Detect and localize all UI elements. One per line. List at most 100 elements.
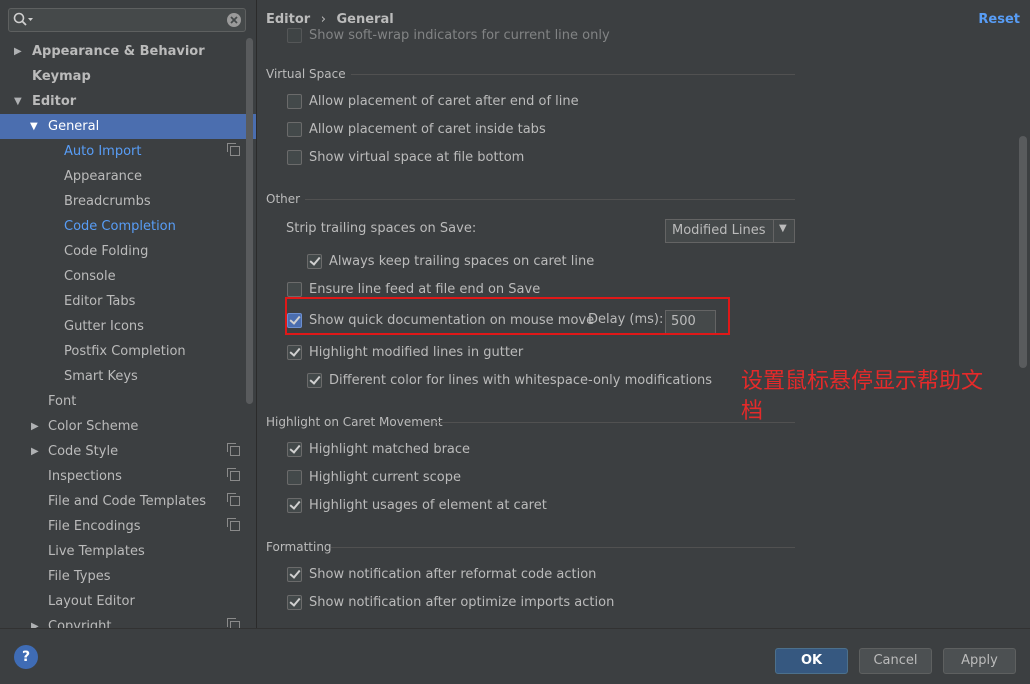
sidebar-item-appearance[interactable]: Appearance: [0, 164, 256, 189]
collapse-arrow-icon[interactable]: ▼: [30, 114, 38, 139]
checkbox[interactable]: [287, 567, 302, 582]
sidebar-item-label: Appearance: [64, 169, 143, 184]
sidebar-item-editor[interactable]: ▼ Editor: [0, 89, 256, 114]
search-input[interactable]: [8, 8, 246, 32]
sidebar-item-label: File and Code Templates: [48, 494, 206, 509]
checkbox[interactable]: [287, 94, 302, 109]
sidebar-item-label: Auto Import: [64, 144, 142, 159]
project-settings-icon: [227, 518, 240, 531]
sidebar-item-file-encodings[interactable]: File Encodings: [0, 514, 256, 539]
apply-button[interactable]: Apply: [943, 648, 1016, 674]
strip-spaces-dropdown[interactable]: Modified Lines ▼: [665, 219, 795, 243]
option-label: Highlight matched brace: [309, 442, 471, 457]
sidebar-item-smart-keys[interactable]: Smart Keys: [0, 364, 256, 389]
annotation-highlight-box: [285, 297, 730, 335]
sidebar-item-label: General: [48, 119, 100, 134]
separator: [351, 74, 795, 75]
breadcrumb-general: General: [336, 12, 394, 27]
checkbox[interactable]: [287, 345, 302, 360]
content-scrollbar[interactable]: [1019, 136, 1027, 368]
sidebar-item-font[interactable]: Font: [0, 389, 256, 414]
sidebar-item-label: Code Completion: [64, 219, 176, 234]
option-label: Allow placement of caret after end of li…: [309, 94, 579, 109]
expand-arrow-icon[interactable]: ▶: [31, 614, 39, 628]
annotation-text: 设置鼠标悬停显示帮助文档: [741, 369, 984, 424]
sidebar-item-label: Postfix Completion: [64, 344, 186, 359]
separator: [305, 199, 795, 200]
collapse-arrow-icon[interactable]: ▼: [14, 89, 22, 114]
checkbox[interactable]: [287, 442, 302, 457]
sidebar-item-color-scheme[interactable]: ▶ Color Scheme: [0, 414, 256, 439]
sidebar-item-keymap[interactable]: Keymap: [0, 64, 256, 89]
option-label: Different color for lines with whitespac…: [329, 373, 713, 388]
checkbox[interactable]: [307, 373, 322, 388]
sidebar-item-appearance-behavior[interactable]: ▶ Appearance & Behavior: [0, 39, 256, 64]
sidebar-item-label: Layout Editor: [48, 594, 135, 609]
checkbox[interactable]: [287, 498, 302, 513]
project-settings-icon: [227, 493, 240, 506]
reset-link[interactable]: Reset: [978, 12, 1020, 27]
checkbox[interactable]: [287, 28, 302, 43]
sidebar-item-label: Code Folding: [64, 244, 149, 259]
sidebar-item-label: Font: [48, 394, 77, 409]
sidebar-item-code-style[interactable]: ▶ Code Style: [0, 439, 256, 464]
section-title-formatting: Formatting: [266, 540, 332, 554]
sidebar-item-file-code-templates[interactable]: File and Code Templates: [0, 489, 256, 514]
sidebar-scrollbar[interactable]: [246, 38, 253, 404]
option-label: Show notification after optimize imports…: [309, 595, 615, 610]
sidebar-item-auto-import[interactable]: Auto Import: [0, 139, 256, 164]
option-label: Show notification after reformat code ac…: [309, 567, 597, 582]
sidebar-item-label: Console: [64, 269, 116, 284]
checkbox[interactable]: [287, 470, 302, 485]
sidebar-item-label: Editor Tabs: [64, 294, 136, 309]
sidebar-item-label: File Types: [48, 569, 111, 584]
sidebar-item-label: Smart Keys: [64, 369, 138, 384]
sidebar-item-breadcrumbs[interactable]: Breadcrumbs: [0, 189, 256, 214]
project-settings-icon: [227, 143, 240, 156]
checkbox[interactable]: [307, 254, 322, 269]
sidebar-item-label: Inspections: [48, 469, 122, 484]
sidebar-item-copyright[interactable]: ▶ Copyright: [0, 614, 256, 628]
section-title-caret-movement: Highlight on Caret Movement: [266, 415, 443, 429]
sidebar-item-editor-tabs[interactable]: Editor Tabs: [0, 289, 256, 314]
separator: [433, 422, 795, 423]
option-label: Show soft-wrap indicators for current li…: [309, 28, 610, 43]
checkbox[interactable]: [287, 282, 302, 297]
sidebar-item-label: Code Style: [48, 444, 119, 459]
option-label: Allow placement of caret inside tabs: [309, 122, 546, 137]
option-label: Highlight modified lines in gutter: [309, 345, 524, 360]
option-label: Show virtual space at file bottom: [309, 150, 525, 165]
sidebar-item-label: Gutter Icons: [64, 319, 144, 334]
checkbox[interactable]: [287, 122, 302, 137]
clear-search-icon[interactable]: [226, 12, 242, 28]
sidebar-item-layout-editor[interactable]: Layout Editor: [0, 589, 256, 614]
sidebar-item-general[interactable]: ▼ General: [0, 114, 256, 139]
dropdown-separator: [773, 220, 774, 242]
sidebar-item-file-types[interactable]: File Types: [0, 564, 256, 589]
breadcrumb: Editor › General: [266, 12, 394, 27]
sidebar-item-console[interactable]: Console: [0, 264, 256, 289]
sidebar-item-label: Color Scheme: [48, 419, 139, 434]
checkbox[interactable]: [287, 150, 302, 165]
dropdown-value: Modified Lines: [672, 223, 766, 238]
sidebar-item-label: Keymap: [32, 69, 91, 84]
sidebar-item-postfix-completion[interactable]: Postfix Completion: [0, 339, 256, 364]
help-icon[interactable]: ?: [14, 645, 38, 669]
sidebar-item-code-folding[interactable]: Code Folding: [0, 239, 256, 264]
expand-arrow-icon[interactable]: ▶: [14, 39, 22, 64]
expand-arrow-icon[interactable]: ▶: [31, 439, 39, 464]
project-settings-icon: [227, 618, 240, 628]
sidebar-item-live-templates[interactable]: Live Templates: [0, 539, 256, 564]
settings-content: Editor › General Reset Show soft-wrap in…: [257, 0, 1030, 628]
sidebar-item-code-completion[interactable]: Code Completion: [0, 214, 256, 239]
ok-button[interactable]: OK: [775, 648, 848, 674]
checkbox[interactable]: [287, 595, 302, 610]
sidebar-item-label: File Encodings: [48, 519, 141, 534]
sidebar-item-inspections[interactable]: Inspections: [0, 464, 256, 489]
cancel-button[interactable]: Cancel: [859, 648, 932, 674]
sidebar-item-label: Live Templates: [48, 544, 145, 559]
sidebar-item-gutter-icons[interactable]: Gutter Icons: [0, 314, 256, 339]
expand-arrow-icon[interactable]: ▶: [31, 414, 39, 439]
sidebar-item-label: Breadcrumbs: [64, 194, 151, 209]
option-label: Always keep trailing spaces on caret lin…: [329, 254, 595, 269]
